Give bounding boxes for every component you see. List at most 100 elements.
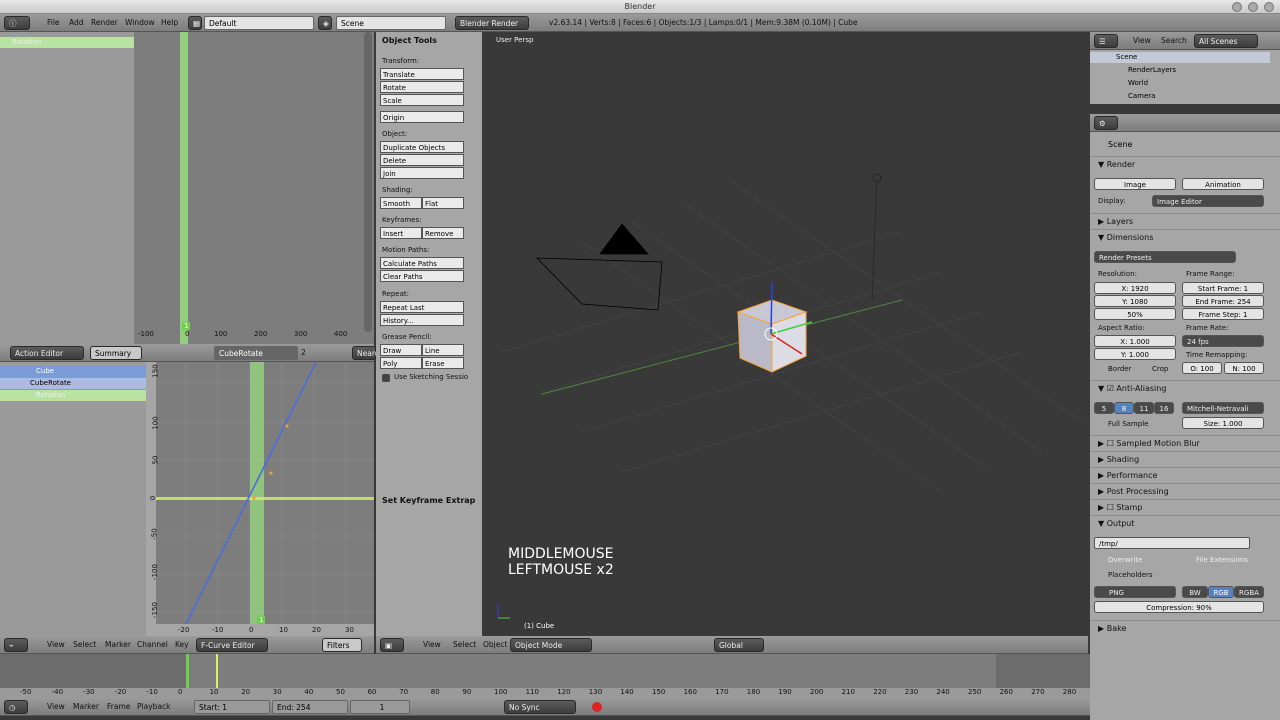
flat-button[interactable]: Flat xyxy=(422,197,464,209)
dimensions-panel-header[interactable]: ▼ Dimensions xyxy=(1090,229,1280,245)
res-y-field[interactable]: Y: 1080 xyxy=(1094,295,1176,307)
menu-marker[interactable]: Marker xyxy=(102,639,134,651)
motion-blur-panel-header[interactable]: ▶ ☐ Sampled Motion Blur xyxy=(1090,435,1280,451)
3d-viewport[interactable]: User Persp MIDDLEMOUSE LEFTMOUSE x2 (1) … xyxy=(482,32,1088,636)
graph-editor-icon[interactable]: ⌁ xyxy=(4,638,28,652)
remove-keyframe-button[interactable]: Remove xyxy=(422,227,464,239)
smooth-button[interactable]: Smooth xyxy=(380,197,422,209)
rotate-button[interactable]: Rotate xyxy=(380,81,464,93)
menu-playback-tl[interactable]: Playback xyxy=(134,701,173,713)
outliner-icon[interactable]: ☰ xyxy=(1094,34,1118,48)
end-frame-prop[interactable]: End Frame: 254 xyxy=(1182,295,1264,307)
stamp-panel-header[interactable]: ▶ ☐ Stamp xyxy=(1090,499,1280,515)
current-frame-line[interactable] xyxy=(180,32,188,344)
file-format-dropdown[interactable]: PNG xyxy=(1094,586,1176,598)
maximize-button[interactable] xyxy=(1248,2,1258,12)
post-processing-panel-header[interactable]: ▶ Post Processing xyxy=(1090,483,1280,499)
display-dropdown[interactable]: Image Editor xyxy=(1152,195,1264,207)
action-editor-dropdown[interactable]: Action Editor xyxy=(10,346,84,360)
fps-dropdown[interactable]: 24 fps xyxy=(1182,335,1264,347)
aa-8-button[interactable]: 8 xyxy=(1114,402,1134,414)
shading-panel-header[interactable]: ▶ Shading xyxy=(1090,451,1280,467)
repeat-last-button[interactable]: Repeat Last xyxy=(380,301,464,313)
grease-erase-button[interactable]: Erase xyxy=(422,357,464,369)
outliner-menu-search[interactable]: Search xyxy=(1158,35,1190,47)
file-extensions-checkbox[interactable]: File Extensions xyxy=(1196,556,1248,564)
render-image-button[interactable]: Image xyxy=(1094,178,1176,190)
bake-panel-header[interactable]: ▶ Bake xyxy=(1090,620,1280,636)
remap-new-field[interactable]: N: 100 xyxy=(1224,362,1264,374)
crop-checkbox[interactable]: Crop xyxy=(1152,365,1168,373)
object-tools-title[interactable]: Object Tools xyxy=(382,36,437,45)
performance-panel-header[interactable]: ▶ Performance xyxy=(1090,467,1280,483)
aa-panel-header[interactable]: ▼ ☑ Anti-Aliasing xyxy=(1090,380,1280,396)
calculate-paths-button[interactable]: Calculate Paths xyxy=(380,257,464,269)
fcurve-graph[interactable] xyxy=(146,362,374,636)
duplicate-objects-button[interactable]: Duplicate Objects xyxy=(380,141,464,153)
render-presets-dropdown[interactable]: Render Presets xyxy=(1094,251,1236,263)
3d-view-icon[interactable]: ▣ xyxy=(380,638,404,652)
current-frame-field[interactable]: 1 xyxy=(350,700,410,714)
render-panel-header[interactable]: ▼ Render xyxy=(1090,156,1280,172)
action-name-field[interactable]: CubeRotate xyxy=(214,346,298,360)
aa-size-field[interactable]: Size: 1.000 xyxy=(1182,417,1264,429)
menu-file[interactable]: File xyxy=(44,17,63,29)
outliner-item-scene[interactable]: Scene xyxy=(1090,52,1270,63)
menu-render[interactable]: Render xyxy=(88,17,121,29)
sketching-checkbox[interactable] xyxy=(382,374,390,382)
screen-icon[interactable]: ▦ xyxy=(188,16,202,30)
render-animation-button[interactable]: Animation xyxy=(1182,178,1264,190)
menu-key[interactable]: Key xyxy=(172,639,192,651)
properties-icon[interactable]: ⚙ xyxy=(1094,116,1118,130)
scale-button[interactable]: Scale xyxy=(380,94,464,106)
delete-button[interactable]: Delete xyxy=(380,154,464,166)
history-button[interactable]: History... xyxy=(380,314,464,326)
menu-channel[interactable]: Channel xyxy=(134,639,171,651)
color-bw-button[interactable]: BW xyxy=(1182,586,1208,598)
minimize-button[interactable] xyxy=(1232,2,1242,12)
res-x-field[interactable]: X: 1920 xyxy=(1094,282,1176,294)
start-frame-field[interactable]: Start: 1 xyxy=(194,700,270,714)
aa-5-button[interactable]: 5 xyxy=(1094,402,1114,414)
sync-dropdown[interactable]: No Sync xyxy=(504,700,576,714)
scene-field[interactable]: Scene xyxy=(336,16,446,30)
render-engine-dropdown[interactable]: Blender Render xyxy=(455,16,529,30)
summary-toggle[interactable]: Summary xyxy=(90,346,142,360)
start-frame-prop[interactable]: Start Frame: 1 xyxy=(1182,282,1264,294)
insert-keyframe-button[interactable]: Insert xyxy=(380,227,422,239)
channel-action-row[interactable]: CubeRotate xyxy=(0,378,146,389)
timeline-current-frame[interactable] xyxy=(186,654,189,688)
editor-type-icon[interactable]: ⓘ xyxy=(4,16,30,30)
menu-help[interactable]: Help xyxy=(158,17,181,29)
full-sample-checkbox[interactable]: Full Sample xyxy=(1108,420,1148,428)
timeline[interactable]: -50 -40 -30 -20 -10 0 10 20 30 40 50 60 70 80 90 100 110… xyxy=(0,654,1090,698)
outliner-menu-view[interactable]: View xyxy=(1130,35,1154,47)
output-panel-header[interactable]: ▼ Output xyxy=(1090,515,1280,531)
menu-add[interactable]: Add xyxy=(66,17,87,29)
aa-filter-dropdown[interactable]: Mitchell-Netravali xyxy=(1182,402,1264,414)
compression-slider[interactable]: Compression: 90% xyxy=(1094,601,1264,613)
color-rgb-button[interactable]: RGB xyxy=(1208,586,1234,598)
color-rgba-button[interactable]: RGBA xyxy=(1234,586,1264,598)
aa-11-button[interactable]: 11 xyxy=(1134,402,1154,414)
graph-editor-top[interactable]: Rotation -100 0 100 200 300 400 1 xyxy=(0,32,374,344)
clear-paths-button[interactable]: Clear Paths xyxy=(380,270,464,282)
layers-panel-header[interactable]: ▶ Layers xyxy=(1090,213,1280,229)
overwrite-checkbox[interactable]: Overwrite xyxy=(1108,556,1142,564)
border-checkbox[interactable]: Border xyxy=(1108,365,1131,373)
orientation-dropdown[interactable]: Global xyxy=(714,638,764,652)
menu-select-3d[interactable]: Select xyxy=(450,639,479,651)
grease-line-button[interactable]: Line xyxy=(422,344,464,356)
object-mode-dropdown[interactable]: Object Mode xyxy=(510,638,592,652)
channel-object-row[interactable]: Cube xyxy=(0,366,146,377)
placeholders-checkbox[interactable]: Placeholders xyxy=(1108,571,1153,579)
output-path-field[interactable]: /tmp/ xyxy=(1094,537,1250,549)
channel-row[interactable]: Rotation xyxy=(0,37,134,48)
screen-layout-field[interactable]: Default xyxy=(204,16,314,30)
fcurve-mode-dropdown[interactable]: F-Curve Editor xyxy=(196,638,268,652)
origin-button[interactable]: Origin xyxy=(380,111,464,123)
aspect-y-field[interactable]: Y: 1.000 xyxy=(1094,348,1176,360)
remap-old-field[interactable]: O: 100 xyxy=(1182,362,1222,374)
outliner-filter-dropdown[interactable]: All Scenes xyxy=(1194,34,1258,48)
channel-group-row[interactable]: Rotation xyxy=(0,390,146,401)
